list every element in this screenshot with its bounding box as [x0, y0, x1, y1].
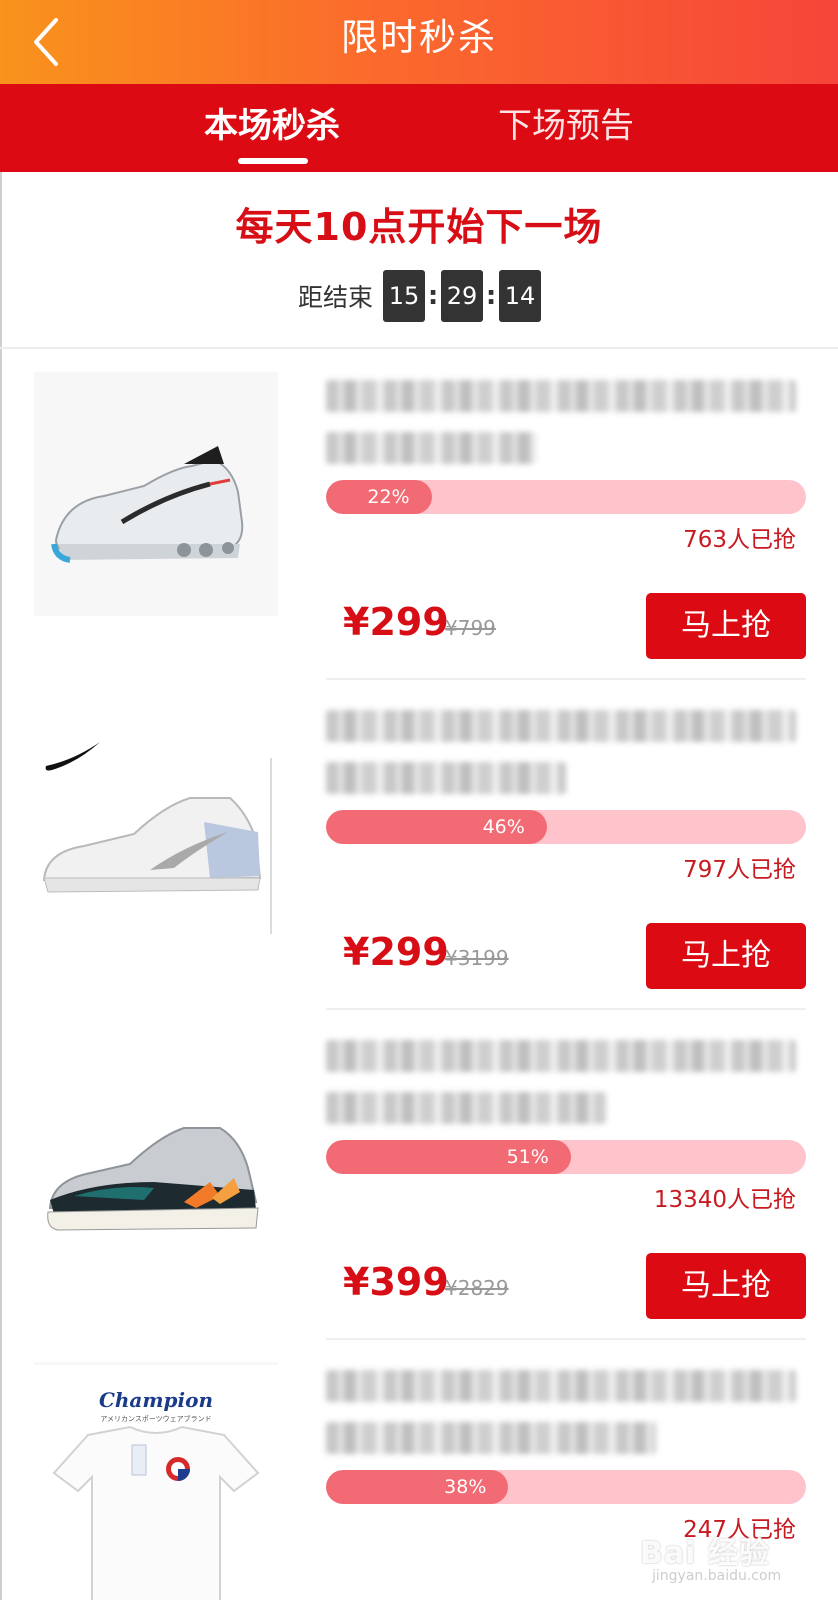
sold-count: 763人已抢 — [683, 527, 796, 553]
sale-price: ¥299 — [343, 600, 449, 644]
yeezy-700-sneaker-image[interactable] — [34, 1032, 278, 1276]
product-card[interactable]: 22% 763人已抢 ¥299 ¥799 马上抢 — [0, 350, 838, 680]
countdown-seconds: 14 — [499, 270, 542, 322]
svg-text:アメリカンスポーツウェアブランド: アメリカンスポーツウェアブランド — [100, 1414, 211, 1423]
sales-progress-fill: 51% — [326, 1140, 571, 1174]
buy-now-button[interactable]: 马上抢 — [646, 923, 806, 989]
product-title-blurred — [326, 1040, 806, 1126]
sales-progress-bar: 38% — [326, 1470, 806, 1504]
product-title-blurred — [326, 380, 806, 466]
page-title: 限时秒杀 — [341, 16, 497, 59]
air-max-sneaker-image[interactable] — [34, 372, 278, 616]
jordan-low-sneaker-image[interactable] — [34, 702, 278, 946]
sale-price: ¥399 — [343, 1260, 449, 1304]
product-title-blurred — [326, 1370, 806, 1456]
active-tab-indicator — [238, 158, 308, 164]
countdown-minutes: 29 — [441, 270, 484, 322]
svg-text:Champion: Champion — [99, 1388, 213, 1412]
sale-price: ¥299 — [343, 930, 449, 974]
tab-bar: 本场秒杀 下场预告 — [0, 84, 838, 172]
countdown-timer: 距结束 15 : 29 : 14 — [298, 270, 542, 322]
sales-progress-bar: 22% — [326, 480, 806, 514]
original-price: ¥2829 — [445, 1276, 509, 1300]
champion-tshirt-image[interactable]: Champion アメリカンスポーツウェアブランド — [34, 1362, 278, 1600]
app-header: 限时秒杀 — [0, 0, 838, 84]
product-card[interactable]: 51% 13340人已抢 ¥399 ¥2829 马上抢 — [0, 1010, 838, 1340]
sold-count: 797人已抢 — [683, 857, 796, 883]
product-card[interactable]: 46% 797人已抢 ¥299 ¥3199 马上抢 — [0, 680, 838, 1010]
baidu-jingyan-watermark: Bai 经验 — [640, 1536, 770, 1571]
countdown-label: 距结束 — [298, 283, 374, 312]
sales-progress-fill: 22% — [326, 480, 432, 514]
tab-next-session-preview[interactable]: 下场预告 — [498, 84, 634, 172]
buy-now-button[interactable]: 马上抢 — [646, 593, 806, 659]
sales-progress-bar: 51% — [326, 1140, 806, 1174]
countdown-separator: : — [485, 281, 497, 311]
product-title-blurred — [326, 710, 806, 796]
sales-progress-fill: 46% — [326, 810, 547, 844]
sales-progress-fill: 38% — [326, 1470, 509, 1504]
buy-now-button[interactable]: 马上抢 — [646, 1253, 806, 1319]
countdown-separator: : — [427, 281, 439, 311]
original-price: ¥3199 — [445, 946, 509, 970]
section-divider — [0, 347, 838, 349]
sold-count: 13340人已抢 — [653, 1187, 796, 1213]
watermark-url: jingyan.baidu.com — [652, 1568, 782, 1584]
sales-progress-bar: 46% — [326, 810, 806, 844]
countdown-hours: 15 — [383, 270, 426, 322]
promo-title: 每天10点开始下一场 — [235, 205, 603, 249]
original-price: ¥799 — [445, 616, 496, 640]
